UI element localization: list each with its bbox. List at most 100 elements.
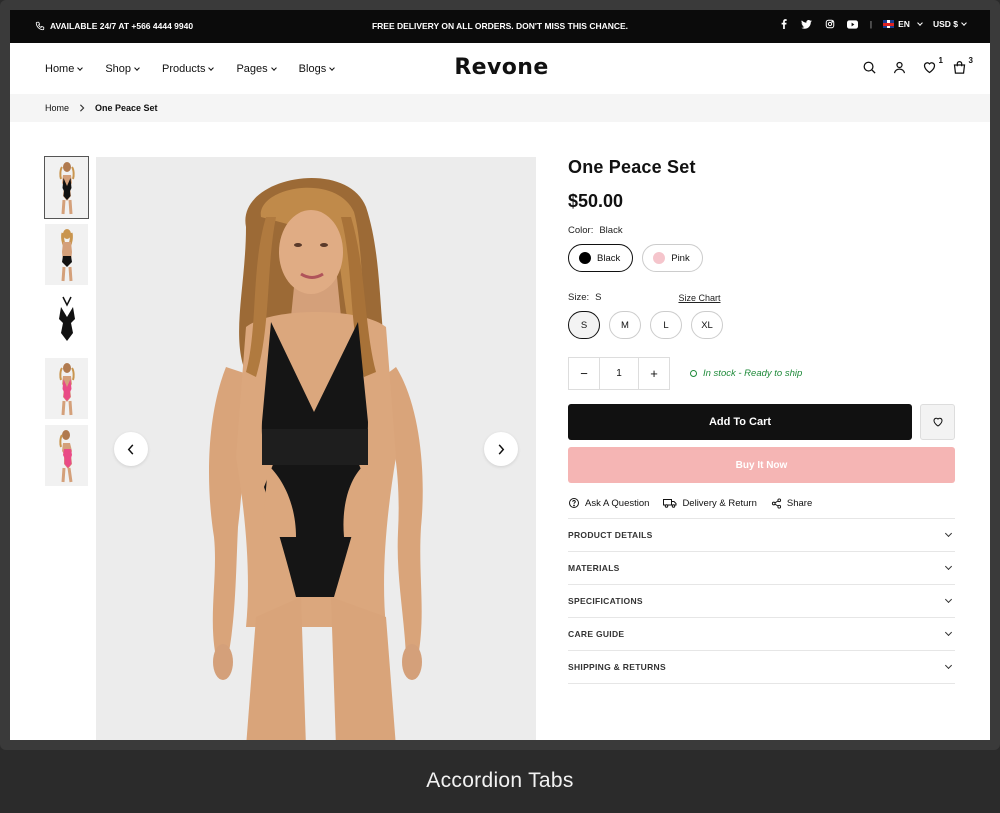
accordion-care-guide[interactable]: CARE GUIDE: [568, 618, 955, 651]
thumbnail-black-back[interactable]: [45, 224, 88, 285]
instagram-icon[interactable]: [824, 18, 836, 30]
size-option-s[interactable]: S: [568, 311, 600, 339]
announcement-bar: AVAILABLE 24/7 AT +566 4444 9940 FREE DE…: [10, 10, 990, 43]
product-title: One Peace Set: [568, 157, 696, 177]
chevron-down-icon: [944, 562, 953, 571]
color-option-pink[interactable]: Pink: [642, 244, 703, 272]
color-options: Black Pink: [568, 244, 955, 272]
browser-viewport: AVAILABLE 24/7 AT +566 4444 9940 FREE DE…: [10, 10, 990, 740]
prev-image-button[interactable]: [114, 432, 148, 466]
delivery-return-label: Delivery & Return: [682, 497, 757, 509]
color-option-label: Black: [597, 252, 621, 264]
thumbnail-pink-side[interactable]: [45, 425, 88, 486]
search-icon[interactable]: [862, 60, 878, 76]
product-info: One Peace Set $50.00 Color: Black Black …: [568, 157, 955, 684]
chevron-down-icon: [944, 529, 953, 538]
size-option-m[interactable]: M: [609, 311, 641, 339]
site-header: Home Shop Products Pages Blogs Revone 1: [10, 43, 990, 94]
size-label: Size:: [568, 292, 590, 303]
color-swatch: [653, 252, 666, 264]
quantity-row: − 1 + In stock - Ready to ship: [568, 357, 955, 390]
model-photo: [96, 157, 536, 740]
buy-now-button[interactable]: Buy It Now: [568, 447, 955, 483]
color-selected: Black: [599, 225, 623, 236]
chevron-down-icon: [944, 595, 953, 604]
product-extras: Ask A Question Delivery & Return Share: [568, 497, 955, 509]
size-option-l[interactable]: L: [650, 311, 682, 339]
share-link[interactable]: Share: [771, 498, 812, 509]
cart-icon[interactable]: 3: [952, 56, 973, 76]
currency-selector[interactable]: USD $: [932, 19, 967, 29]
chevron-right-icon: [498, 443, 505, 455]
color-swatch: [579, 252, 591, 264]
heart-icon: [932, 417, 943, 427]
ask-question-link[interactable]: Ask A Question: [568, 497, 649, 509]
accordion-label: MATERIALS: [568, 563, 620, 573]
accordion-label: CARE GUIDE: [568, 629, 625, 639]
quantity-value[interactable]: 1: [599, 358, 639, 389]
product-price: $50.00: [568, 191, 624, 211]
delivery-return-link[interactable]: Delivery & Return: [663, 497, 757, 509]
wishlist-count: 1: [938, 56, 943, 65]
stock-text: In stock - Ready to ship: [703, 368, 803, 379]
currency-label: USD $: [932, 19, 958, 29]
wishlist-icon[interactable]: 1: [922, 56, 943, 76]
breadcrumb: Home One Peace Set: [10, 94, 990, 122]
breadcrumb-current: One Peace Set: [95, 103, 158, 113]
language-label: EN: [898, 19, 910, 29]
accordion-label: SPECIFICATIONS: [568, 596, 643, 606]
accordion-tabs: PRODUCT DETAILS MATERIALS SPECIFICATIONS…: [568, 518, 955, 684]
topbar-right: | EN USD $: [778, 18, 967, 30]
color-label: Color:: [568, 225, 594, 236]
color-label-row: Color: Black: [568, 225, 955, 236]
header-actions: 1 3: [862, 56, 973, 76]
size-option-xl[interactable]: XL: [691, 311, 723, 339]
quantity-increase-button[interactable]: +: [639, 358, 669, 389]
main-product-image: [96, 157, 536, 740]
uk-flag-icon: [883, 20, 895, 28]
slide-caption: Accordion Tabs: [0, 752, 1000, 813]
accordion-shipping-returns[interactable]: SHIPPING & RETURNS: [568, 651, 955, 684]
breadcrumb-home[interactable]: Home: [45, 103, 69, 113]
size-chart-link[interactable]: Size Chart: [678, 293, 720, 303]
thumbnail-black-front[interactable]: [44, 156, 89, 219]
youtube-icon[interactable]: [847, 18, 859, 30]
color-option-black[interactable]: Black: [568, 244, 634, 272]
add-to-cart-button[interactable]: Add To Cart: [568, 404, 912, 440]
accordion-product-details[interactable]: PRODUCT DETAILS: [568, 519, 955, 552]
chevron-right-icon: [80, 104, 85, 112]
device-frame: AVAILABLE 24/7 AT +566 4444 9940 FREE DE…: [0, 0, 1000, 750]
ask-question-label: Ask A Question: [585, 497, 650, 509]
next-image-button[interactable]: [484, 432, 518, 466]
chevron-down-icon: [961, 20, 967, 26]
add-to-wishlist-button[interactable]: [920, 404, 955, 440]
size-selected: S: [595, 292, 602, 303]
chevron-down-icon: [917, 20, 923, 26]
chevron-down-icon: [944, 628, 953, 637]
topbar-separator: |: [869, 19, 873, 29]
accordion-materials[interactable]: MATERIALS: [568, 552, 955, 585]
truck-icon: [663, 499, 677, 508]
share-icon: [771, 497, 781, 509]
thumbnail-black-flat[interactable]: [45, 291, 88, 352]
size-options: S M L XL: [568, 311, 955, 339]
thumbnail-pink-front[interactable]: [45, 358, 88, 419]
stock-status: In stock - Ready to ship: [690, 368, 802, 379]
thumbnail-strip: [44, 156, 89, 492]
quantity-stepper: − 1 +: [568, 357, 670, 390]
stock-dot-icon: [690, 370, 697, 377]
twitter-icon[interactable]: [801, 18, 813, 30]
color-option-label: Pink: [671, 252, 690, 264]
question-icon: [569, 498, 579, 508]
account-icon[interactable]: [892, 60, 908, 76]
accordion-label: SHIPPING & RETURNS: [568, 662, 666, 672]
cart-count: 3: [968, 56, 973, 65]
site-logo[interactable]: Revone: [10, 55, 990, 80]
accordion-label: PRODUCT DETAILS: [568, 530, 653, 540]
facebook-icon[interactable]: [778, 18, 790, 30]
chevron-down-icon: [944, 661, 953, 670]
language-selector[interactable]: EN: [883, 19, 923, 29]
accordion-specifications[interactable]: SPECIFICATIONS: [568, 585, 955, 618]
size-label-row: Size: S Size Chart: [568, 292, 955, 303]
quantity-decrease-button[interactable]: −: [569, 358, 599, 389]
